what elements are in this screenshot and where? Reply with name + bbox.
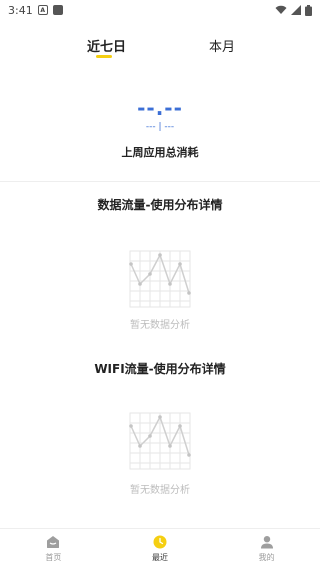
usage-sub-right: --- [164,122,175,132]
empty-chart-icon [129,412,191,470]
status-right [275,4,312,16]
usage-sub-values: --- | --- [0,122,320,132]
battery-icon [305,4,312,16]
usage-sub-left: --- [145,122,156,132]
nav-item-recent[interactable]: 最近 [107,529,214,568]
user-icon [260,535,273,548]
home-icon [47,535,60,548]
bottom-nav: 首页 最近 我的 [0,528,320,568]
tab-month[interactable]: 本月 [209,36,235,55]
mobile-data-section-title: 数据流量-使用分布详情 [97,198,223,212]
wifi-empty-text: 暂无数据分析 [130,485,190,496]
status-time: 3:41 [8,3,33,17]
total-usage-label: 上周应用总消耗 [121,146,199,159]
wifi-icon [275,5,287,14]
period-tabs: 近七日 本月 [0,30,320,60]
summary-divider [0,181,320,182]
nav-label-home: 首页 [45,552,62,562]
nav-label-mine: 我的 [258,552,275,562]
status-bar: 3:41 A [0,0,320,20]
nav-item-mine[interactable]: 我的 [213,529,320,568]
active-tab-indicator [96,55,112,58]
empty-chart-icon [129,250,191,308]
nav-label-recent: 最近 [152,552,168,562]
tab-week[interactable]: 近七日 [87,36,126,55]
clock-icon [153,535,167,548]
status-left: 3:41 A [8,4,63,17]
total-usage-value: --.-- [137,96,183,120]
app-notification-icon [52,5,63,15]
notification-icon: A [37,5,48,15]
wifi-section-title: WIFI流量-使用分布详情 [94,362,226,376]
nav-item-home[interactable]: 首页 [0,529,107,568]
usage-summary: --.-- --- | --- 上周应用总消耗 [0,98,320,160]
mobile-data-empty-text: 暂无数据分析 [130,320,190,331]
signal-icon [291,5,301,15]
